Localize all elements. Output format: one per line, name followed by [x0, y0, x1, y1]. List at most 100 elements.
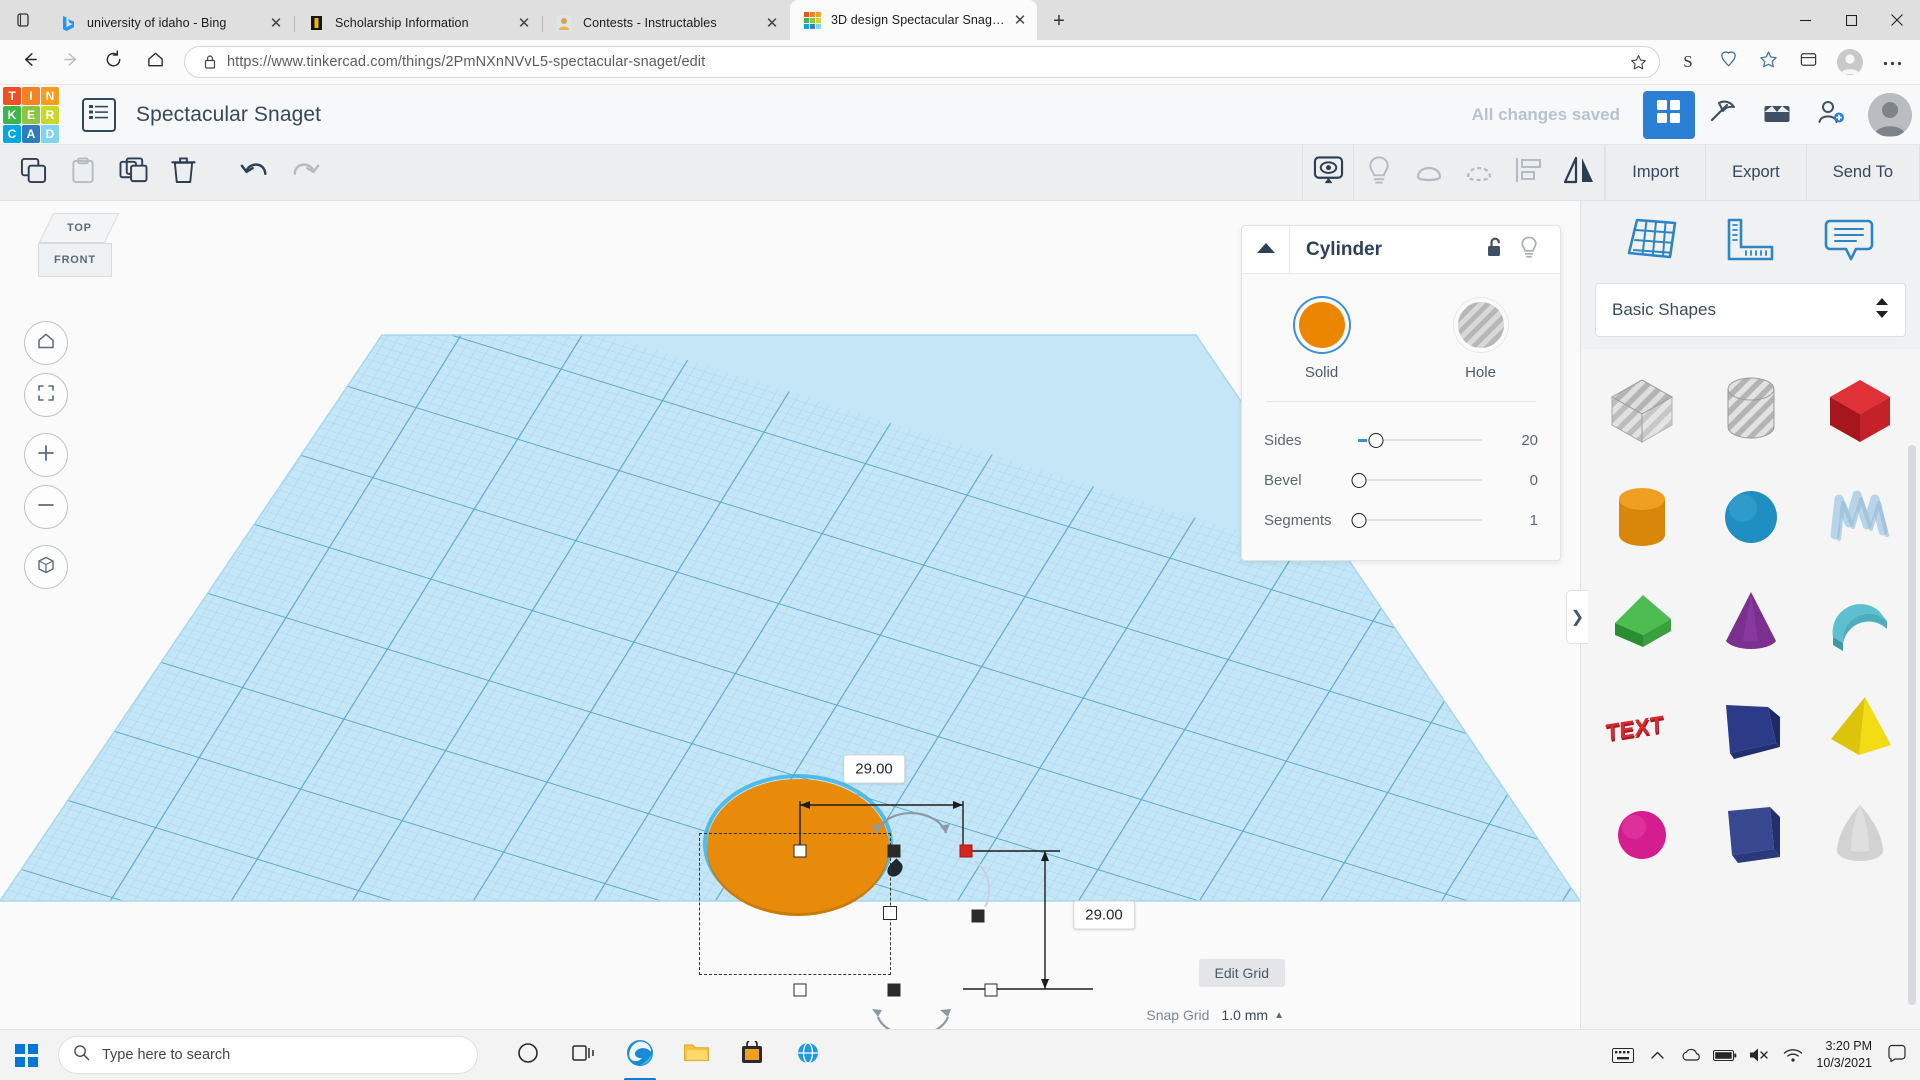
duplicate-button[interactable]	[108, 145, 158, 201]
view-cube-top-face[interactable]: TOP	[38, 213, 120, 243]
sides-value[interactable]: 20	[1496, 432, 1538, 449]
search-input[interactable]: Type here to search	[58, 1036, 478, 1074]
start-button[interactable]	[0, 1030, 52, 1080]
round-roof-shape[interactable]	[1592, 784, 1692, 884]
project-list-button[interactable]	[82, 97, 116, 132]
cylinder-hole-shape[interactable]	[1701, 360, 1801, 460]
unlock-button[interactable]	[1478, 236, 1512, 263]
stepper-updown-icon[interactable]	[1875, 297, 1889, 324]
align-button[interactable]	[1504, 145, 1554, 201]
redo-button[interactable]	[280, 145, 330, 201]
edit-grid-button[interactable]: Edit Grid	[1198, 959, 1285, 987]
browser-app[interactable]	[780, 1030, 836, 1080]
ungroup-button[interactable]	[1454, 145, 1504, 201]
export-button[interactable]: Export	[1705, 144, 1806, 201]
tab-search-button[interactable]	[0, 0, 46, 40]
keyboard-icon[interactable]	[1606, 1030, 1640, 1080]
design-title[interactable]: Spectacular Snaget	[136, 103, 321, 127]
reload-button[interactable]	[95, 44, 131, 80]
tinker-button[interactable]	[1697, 91, 1749, 139]
text-shape[interactable]: TEXT TEXT	[1592, 678, 1692, 778]
zoom-in-button[interactable]	[24, 433, 68, 477]
address-bar[interactable]: https://www.tinkercad.com/things/2PmNXnN…	[184, 46, 1660, 78]
forward-button[interactable]	[53, 44, 89, 80]
back-button[interactable]	[11, 44, 47, 80]
cortana-app[interactable]	[500, 1030, 556, 1080]
send-to-button[interactable]: Send To	[1805, 144, 1920, 201]
file-explorer-app[interactable]	[668, 1030, 724, 1080]
collections-button[interactable]	[1709, 44, 1747, 80]
hide-button[interactable]	[1354, 145, 1404, 201]
group-button[interactable]	[1404, 145, 1454, 201]
tab-close-button[interactable]: ✕	[265, 12, 287, 34]
tube-shape[interactable]	[1701, 784, 1801, 884]
pyramid-shape[interactable]	[1810, 678, 1910, 778]
browser-tab-0[interactable]: university of idaho - Bing ✕	[46, 6, 293, 40]
sides-slider[interactable]	[1350, 430, 1496, 450]
fit-view-button[interactable]	[24, 373, 68, 417]
light-toggle-button[interactable]	[1512, 236, 1546, 264]
browser-essentials-button[interactable]	[1789, 44, 1827, 80]
snap-grid-control[interactable]: Snap Grid 1.0 mm ▲	[1146, 1007, 1284, 1023]
solid-mode[interactable]: Solid	[1242, 302, 1401, 381]
notes-tool[interactable]	[1817, 214, 1881, 270]
browser-tab-1[interactable]: Scholarship Information ✕	[294, 6, 541, 40]
roof-shape[interactable]	[1701, 678, 1801, 778]
collapse-right-panel-button[interactable]: ❯	[1566, 590, 1588, 644]
notification-center-button[interactable]	[1882, 1030, 1912, 1080]
show-hidden-icons-button[interactable]	[1640, 1030, 1674, 1080]
slider-knob[interactable]	[1351, 512, 1367, 528]
cone-shape[interactable]	[1701, 572, 1801, 672]
volume-mute-icon[interactable]	[1742, 1030, 1776, 1080]
maximize-window-button[interactable]	[1828, 0, 1874, 40]
onedrive-icon[interactable]	[1674, 1030, 1708, 1080]
bevel-slider[interactable]	[1350, 470, 1496, 490]
tab-close-button[interactable]: ✕	[513, 12, 535, 34]
box-shape[interactable]	[1810, 360, 1910, 460]
segments-value[interactable]: 1	[1496, 512, 1538, 529]
gallery-button[interactable]	[1751, 91, 1803, 139]
blocks-view-button[interactable]	[1643, 90, 1695, 139]
show-all-button[interactable]	[1303, 145, 1353, 201]
minimize-window-button[interactable]	[1782, 0, 1828, 40]
slider-knob[interactable]	[1351, 472, 1367, 488]
paste-button[interactable]	[58, 145, 108, 201]
bevel-value[interactable]: 0	[1496, 472, 1538, 489]
tab-close-button[interactable]: ✕	[761, 12, 783, 34]
shape-category-select[interactable]: Basic Shapes	[1595, 283, 1906, 337]
view-cube[interactable]: TOP FRONT	[30, 211, 130, 297]
favorites-button[interactable]	[1749, 44, 1787, 80]
taskbar-clock[interactable]: 3:20 PM 10/3/2021	[1810, 1038, 1882, 1072]
box-hole-shape[interactable]	[1592, 360, 1692, 460]
scribble-shape[interactable]	[1810, 466, 1910, 566]
hole-mode[interactable]: Hole	[1401, 302, 1560, 381]
invite-button[interactable]	[1805, 91, 1857, 139]
close-window-button[interactable]	[1874, 0, 1920, 40]
delete-button[interactable]	[158, 145, 208, 201]
more-settings-button[interactable]	[1873, 44, 1911, 80]
wedge-shape[interactable]	[1592, 572, 1692, 672]
segments-slider[interactable]	[1350, 510, 1496, 530]
task-view-app[interactable]	[556, 1030, 612, 1080]
mirror-button[interactable]	[1554, 145, 1604, 201]
skype-button[interactable]: S	[1669, 44, 1707, 80]
sphere-shape[interactable]	[1701, 466, 1801, 566]
profile-button[interactable]	[1829, 44, 1871, 80]
store-app[interactable]	[724, 1030, 780, 1080]
browser-tab-3[interactable]: 3D design Spectacular Snaget | T ✕	[790, 0, 1037, 40]
tab-close-button[interactable]: ✕	[1009, 9, 1031, 31]
copy-button[interactable]	[8, 145, 58, 201]
slider-knob[interactable]	[1368, 432, 1384, 448]
browser-tab-2[interactable]: Contests - Instructables ✕	[542, 6, 789, 40]
inspector-collapse-button[interactable]	[1242, 225, 1290, 274]
edge-app[interactable]	[612, 1030, 668, 1080]
solid-color-swatch[interactable]	[1298, 302, 1345, 348]
home-button[interactable]	[137, 44, 173, 80]
ortho-view-button[interactable]	[24, 545, 68, 589]
workplane-tool[interactable]	[1620, 214, 1684, 270]
hole-swatch[interactable]	[1457, 302, 1504, 348]
paraboloid-shape[interactable]	[1810, 784, 1910, 884]
new-tab-button[interactable]: +	[1043, 5, 1075, 37]
view-cube-front-face[interactable]: FRONT	[38, 243, 112, 277]
battery-icon[interactable]	[1708, 1030, 1742, 1080]
